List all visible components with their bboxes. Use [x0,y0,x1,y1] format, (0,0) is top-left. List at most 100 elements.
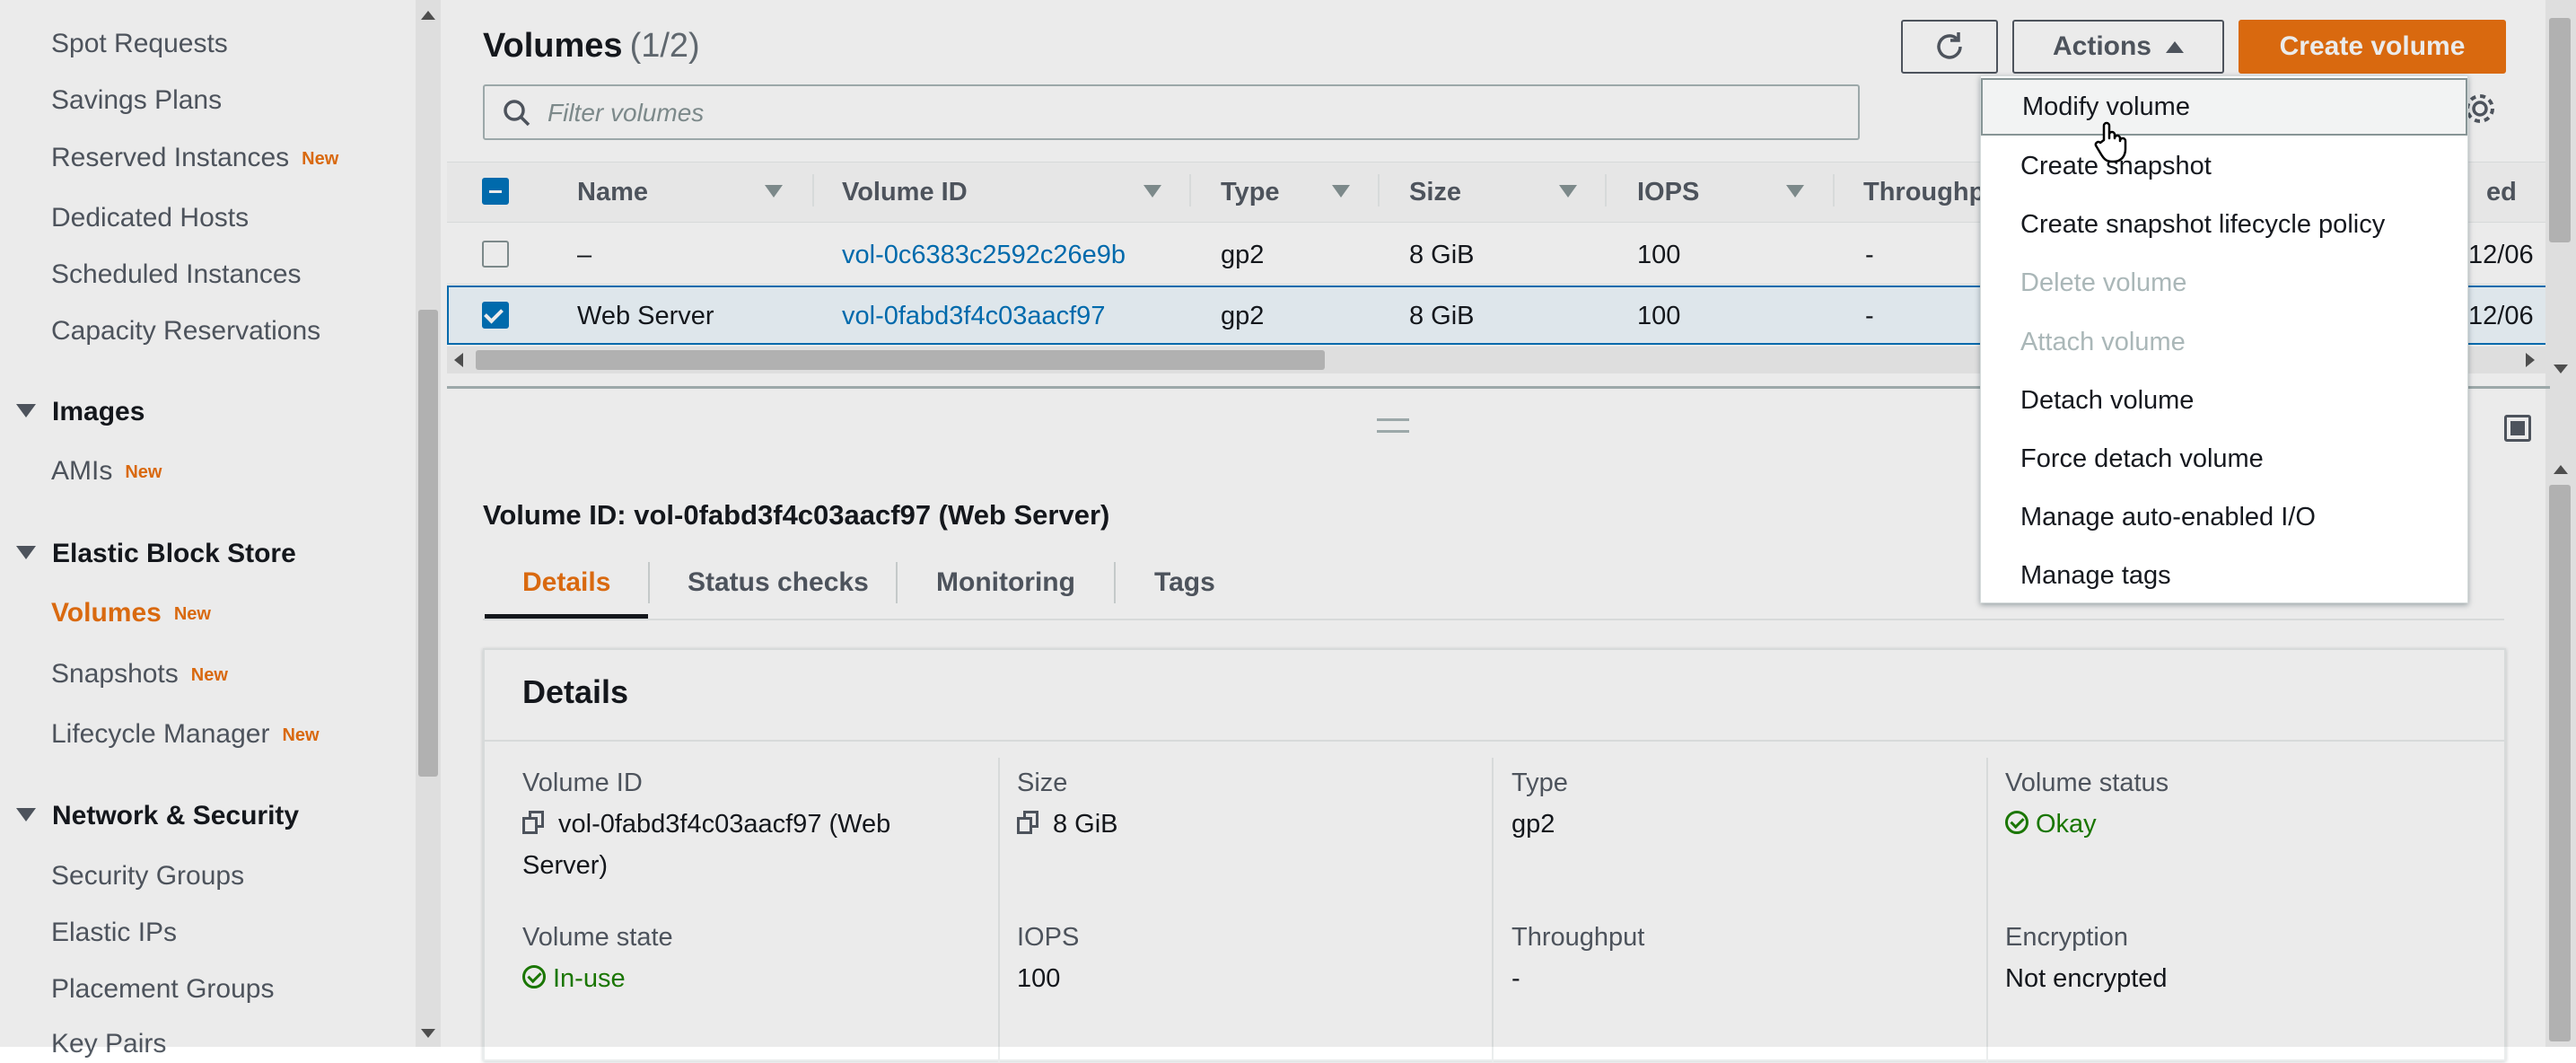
sidebar-item-volumes[interactable]: Volumes New [51,598,211,628]
page-title: Volumes (1/2) [483,27,700,66]
volume-id-text[interactable]: vol-0fabd3f4c03aacf97 (Web [558,810,890,839]
sidebar-item-elastic-ips[interactable]: Elastic IPs [51,918,177,948]
menu-item-create-snapshot-lifecycle-policy[interactable]: Create snapshot lifecycle policy [1981,196,2467,253]
column-header-type[interactable]: Type [1221,178,1280,207]
create-volume-label: Create volume [2279,31,2466,61]
sidebar-section-network-security[interactable]: Network & Security [16,801,299,831]
scroll-up-arrow-icon[interactable] [421,11,435,20]
menu-item-force-detach-volume[interactable]: Force detach volume [1981,430,2467,488]
sidebar-item-amis[interactable]: AMIs New [51,456,162,487]
sidebar-section-images[interactable]: Images [16,397,145,427]
new-badge: New [190,664,228,685]
column-divider[interactable] [1189,174,1191,206]
column-header-created[interactable]: ed [2486,178,2517,207]
field-value-volume-id-cont[interactable]: Server) [522,851,608,881]
hand-cursor-icon [2094,121,2127,163]
tab-details[interactable]: Details [522,567,610,598]
sidebar-item-key-pairs[interactable]: Key Pairs [51,1029,166,1059]
cell-volume-id-link[interactable]: vol-0fabd3f4c03aacf97 [842,302,1105,331]
sort-icon[interactable] [1143,185,1161,198]
column-divider[interactable] [1605,174,1607,206]
field-label-volume-id: Volume ID [522,769,643,797]
actions-button[interactable]: Actions [2012,20,2224,74]
sidebar-item-reserved-instances[interactable]: Reserved Instances New [51,143,338,173]
details-heading: Details [522,673,629,710]
caret-down-icon [16,403,36,417]
field-value-throughput: - [1511,964,1520,993]
column-divider[interactable] [1378,174,1380,206]
field-value-iops: 100 [1017,964,1061,993]
column-header-iops[interactable]: IOPS [1637,178,1699,207]
sort-icon[interactable] [765,185,783,198]
scroll-left-arrow-icon[interactable] [454,353,463,367]
column-header-volume-id[interactable]: Volume ID [842,178,968,207]
copy-icon[interactable] [522,811,546,835]
sidebar-item-label: Key Pairs [51,1029,167,1059]
field-label-volume-state: Volume state [522,923,673,952]
sidebar-item-label: Savings Plans [51,85,223,115]
copy-icon[interactable] [1017,811,1040,835]
sidebar-item-label: Spot Requests [51,29,228,58]
sidebar-item-label: Lifecycle Manager [51,719,270,749]
row-checkbox[interactable] [482,241,509,268]
sidebar-item-placement-groups[interactable]: Placement Groups [51,974,274,1005]
sidebar-scrollbar-thumb[interactable] [418,310,438,777]
check-circle-icon [522,965,546,989]
actions-dropdown-menu: Modify volume Create snapshot Create sna… [1980,75,2468,603]
scroll-up-arrow-icon[interactable] [2554,465,2568,474]
sidebar-item-dedicated-hosts[interactable]: Dedicated Hosts [51,203,249,233]
table-horizontal-scrollbar-thumb[interactable] [476,350,1325,370]
field-value-volume-id[interactable]: vol-0fabd3f4c03aacf97 (Web [522,810,890,839]
sidebar-item-label: Capacity Reservations [51,316,321,346]
menu-item-modify-volume[interactable]: Modify volume [1981,78,2467,136]
panel-preferences-icon[interactable] [2504,415,2531,442]
sidebar-item-savings-plans[interactable]: Savings Plans [51,85,222,116]
sidebar-item-lifecycle-manager[interactable]: Lifecycle Manager New [51,719,320,750]
row-checkbox-checked[interactable] [482,302,509,329]
sort-icon[interactable] [1332,185,1350,198]
column-header-name[interactable]: Name [577,178,648,207]
scroll-down-arrow-icon[interactable] [2554,365,2568,373]
refresh-button[interactable] [1901,20,1998,74]
column-header-size[interactable]: Size [1409,178,1461,207]
field-label-throughput: Throughput [1511,923,1645,952]
select-all-checkbox[interactable] [482,178,509,205]
section-title: Elastic Block Store [52,539,296,568]
scroll-down-arrow-icon[interactable] [421,1029,435,1038]
field-label-size: Size [1017,769,1068,797]
main-scrollbar-thumb-top[interactable] [2549,18,2571,242]
search-input[interactable] [546,93,1842,133]
tab-tags[interactable]: Tags [1154,567,1215,598]
sidebar-item-label: Reserved Instances [51,143,290,172]
details-card: Details Volume ID vol-0fabd3f4c03aacf97 … [483,648,2506,1063]
field-value-type: gp2 [1511,810,1555,839]
column-divider[interactable] [812,174,814,206]
sidebar-section-elastic-block-store[interactable]: Elastic Block Store [16,539,296,569]
sidebar-item-security-groups[interactable]: Security Groups [51,861,244,892]
status-text: Okay [2036,810,2097,839]
sidebar-item-spot-requests[interactable]: Spot Requests [51,29,228,59]
sidebar-item-capacity-reservations[interactable]: Capacity Reservations [51,316,320,347]
tab-monitoring[interactable]: Monitoring [936,567,1075,598]
menu-item-manage-auto-enabled-io[interactable]: Manage auto-enabled I/O [1981,488,2467,546]
menu-item-detach-volume[interactable]: Detach volume [1981,372,2467,429]
field-label-volume-status: Volume status [2005,769,2169,797]
new-badge: New [125,461,162,482]
sidebar-item-label: Volumes [51,598,162,628]
create-volume-button[interactable]: Create volume [2239,20,2506,74]
scroll-right-arrow-icon[interactable] [2526,353,2535,367]
drag-handle-icon[interactable] [1377,418,1409,433]
sort-icon[interactable] [1786,185,1804,198]
column-divider[interactable] [1833,174,1835,206]
cell-volume-id-link[interactable]: vol-0c6383c2592c26e9b [842,241,1126,270]
sidebar-item-snapshots[interactable]: Snapshots New [51,659,228,690]
sidebar-item-scheduled-instances[interactable]: Scheduled Instances [51,259,302,290]
menu-item-create-snapshot[interactable]: Create snapshot [1981,137,2467,195]
field-value-size: 8 GiB [1017,810,1118,839]
tab-status-checks[interactable]: Status checks [688,567,869,598]
main-scrollbar-thumb-bottom[interactable] [2549,485,2571,1041]
cell-size: 8 GiB [1409,302,1475,330]
menu-item-manage-tags[interactable]: Manage tags [1981,547,2467,604]
column-header-throughput[interactable]: Throughp [1863,178,1985,207]
sort-icon[interactable] [1559,185,1577,198]
